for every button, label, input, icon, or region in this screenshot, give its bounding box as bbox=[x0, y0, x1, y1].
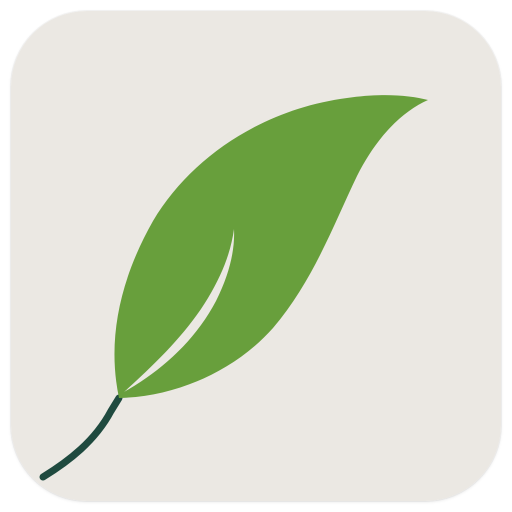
leaf-icon bbox=[11, 11, 501, 501]
app-icon[interactable] bbox=[11, 11, 501, 501]
canvas bbox=[0, 0, 512, 512]
